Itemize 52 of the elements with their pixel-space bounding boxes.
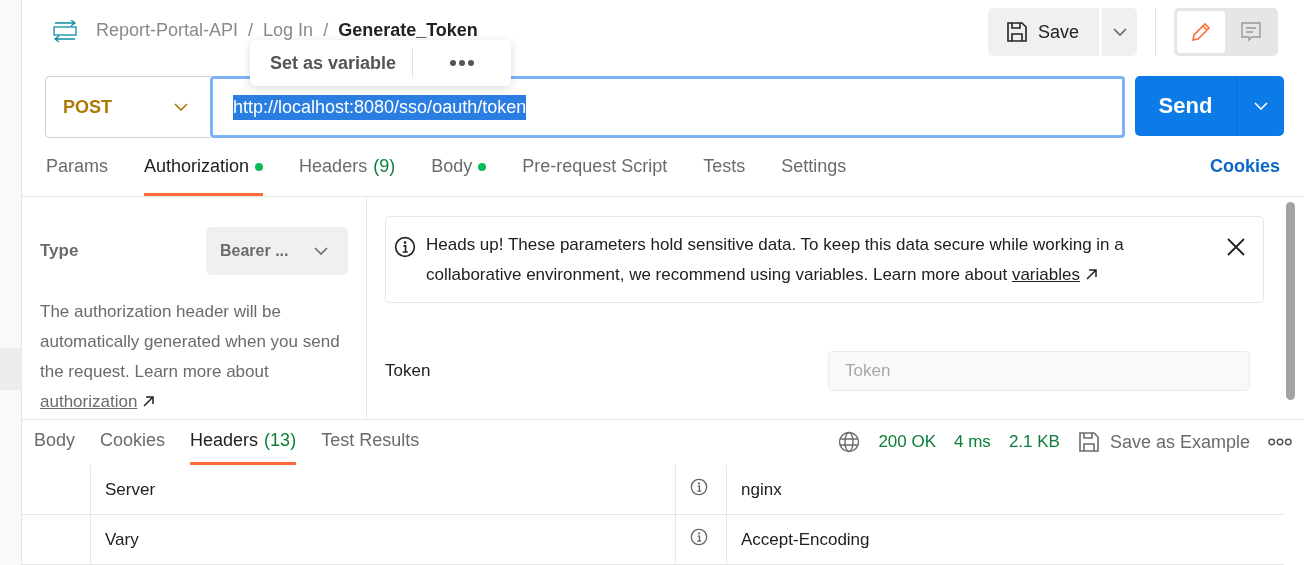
breadcrumb-item[interactable]: Log In bbox=[263, 20, 314, 41]
type-label: Type bbox=[40, 240, 79, 261]
scrollbar-thumb[interactable] bbox=[1285, 201, 1295, 400]
breadcrumb-item[interactable]: Report-Portal-API bbox=[96, 20, 239, 41]
save-button[interactable]: Save bbox=[987, 8, 1099, 56]
request-tab[interactable]: Params bbox=[46, 138, 108, 196]
header-value: nginx bbox=[726, 465, 1284, 515]
response-size: 2.1 KB bbox=[1008, 432, 1060, 453]
response-tab[interactable]: Cookies bbox=[100, 419, 166, 465]
chevron-down-icon bbox=[314, 246, 328, 255]
globe-icon[interactable] bbox=[838, 431, 861, 454]
notice-text: Heads up! These parameters hold sensitive data. To keep this data secure while working in a collaborative environment, we recommend using variables. Learn more about variables bbox=[426, 233, 1125, 286]
arrow-up-right-icon bbox=[1085, 268, 1097, 280]
http-icon bbox=[52, 20, 78, 42]
info-icon bbox=[394, 235, 416, 258]
request-tab[interactable]: Pre-request Script bbox=[522, 138, 668, 196]
request-tab[interactable]: Headers (9) bbox=[299, 138, 396, 196]
token-label: Token bbox=[385, 360, 432, 381]
save-as-example-button[interactable]: Save as Example bbox=[1077, 431, 1250, 454]
header-key: Vary bbox=[90, 514, 676, 565]
request-tab[interactable]: Body bbox=[431, 138, 487, 196]
header-key: Server bbox=[90, 465, 676, 515]
pencil-icon bbox=[1189, 20, 1213, 44]
info-icon bbox=[690, 528, 708, 546]
info-icon bbox=[690, 478, 708, 496]
variables-link[interactable]: variables bbox=[1011, 264, 1080, 284]
breadcrumb-item[interactable]: Generate_Token bbox=[338, 20, 478, 41]
response-tab[interactable]: Headers (13) bbox=[190, 419, 297, 465]
response-tab[interactable]: Test Results bbox=[321, 419, 420, 465]
response-tab[interactable]: Body bbox=[34, 419, 76, 465]
method-dropdown[interactable]: POST bbox=[45, 76, 210, 139]
more-icon[interactable] bbox=[1268, 437, 1292, 448]
edit-mode-button[interactable] bbox=[1177, 11, 1225, 53]
chevron-down-icon bbox=[174, 103, 188, 112]
auth-type-dropdown[interactable]: Bearer ... bbox=[206, 226, 348, 275]
speech-bubble-icon bbox=[1239, 20, 1263, 44]
chevron-down-icon bbox=[1253, 102, 1268, 111]
request-tab[interactable]: Settings bbox=[781, 138, 847, 196]
status-code: 200 OK bbox=[878, 432, 937, 453]
chevron-down-icon bbox=[1112, 28, 1127, 36]
cookies-link[interactable]: Cookies bbox=[1209, 138, 1280, 196]
request-tab[interactable]: Tests bbox=[703, 138, 746, 196]
authorization-link[interactable]: authorization bbox=[40, 391, 138, 411]
auth-description: The authorization header will be automatically generated when you send the request. Learn more about authorization bbox=[40, 300, 341, 413]
set-as-variable-option[interactable]: Set as variable bbox=[270, 49, 414, 77]
token-field[interactable]: Token bbox=[828, 350, 1250, 391]
response-time: 4 ms bbox=[954, 432, 991, 453]
request-tab[interactable]: Authorization bbox=[144, 138, 264, 196]
breadcrumb-separator: / bbox=[248, 20, 254, 41]
arrow-up-right-icon bbox=[143, 395, 155, 407]
header-value: Accept-Encoding bbox=[726, 514, 1284, 565]
breadcrumb-separator: / bbox=[323, 20, 329, 41]
